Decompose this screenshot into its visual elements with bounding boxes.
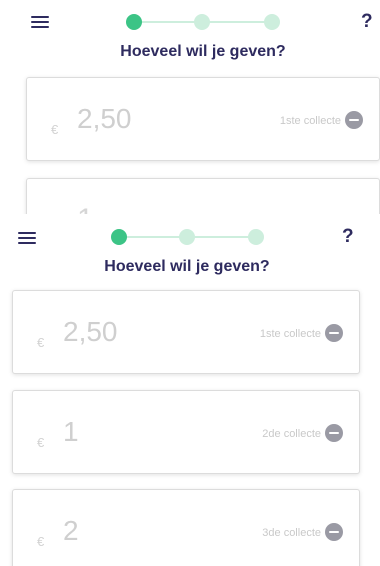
minus-circle-icon[interactable] — [325, 523, 343, 541]
amount-value[interactable]: 2,50 — [77, 103, 132, 135]
collecte-label: 1ste collecte — [259, 328, 321, 340]
help-question-icon[interactable]: ? — [361, 12, 373, 31]
minus-circle-icon[interactable] — [325, 324, 343, 342]
progress-stepper — [126, 14, 280, 30]
help-question-icon[interactable]: ? — [342, 227, 354, 246]
page-title: Hoeveel wil je geven? — [104, 258, 270, 275]
amount-card-3[interactable]: € 2 3de collecte — [12, 489, 360, 566]
currency-symbol: € — [37, 335, 45, 350]
currency-symbol: € — [37, 435, 45, 450]
hamburger-menu-icon[interactable] — [18, 231, 36, 245]
amount-card-2[interactable]: € 1 2de collecte — [12, 390, 360, 474]
front-screen: ? Hoeveel wil je geven? € 2,50 1ste coll… — [0, 214, 380, 566]
step-2-dot — [194, 14, 210, 30]
step-1-dot — [126, 14, 142, 30]
step-3-dot — [248, 229, 264, 245]
minus-circle-icon[interactable] — [325, 424, 343, 442]
minus-circle-icon[interactable] — [345, 111, 363, 129]
page-title: Hoeveel wil je geven? — [120, 43, 286, 60]
amount-card-1[interactable]: € 2,50 1ste collecte — [26, 77, 380, 161]
amount-value[interactable]: 2,50 — [63, 316, 118, 348]
currency-symbol: € — [51, 122, 59, 137]
hamburger-menu-icon[interactable] — [31, 15, 49, 29]
step-2-dot — [179, 229, 195, 245]
collecte-label: 1ste collecte — [279, 115, 341, 127]
amount-card-1[interactable]: € 2,50 1ste collecte — [12, 290, 360, 374]
progress-stepper — [111, 229, 264, 245]
amount-value[interactable]: 2 — [63, 515, 79, 547]
collecte-label: 2de collecte — [262, 428, 321, 440]
collecte-label: 3de collecte — [262, 527, 321, 539]
currency-symbol: € — [37, 534, 45, 549]
amount-value[interactable]: 1 — [63, 416, 79, 448]
step-1-dot — [111, 229, 127, 245]
step-3-dot — [264, 14, 280, 30]
